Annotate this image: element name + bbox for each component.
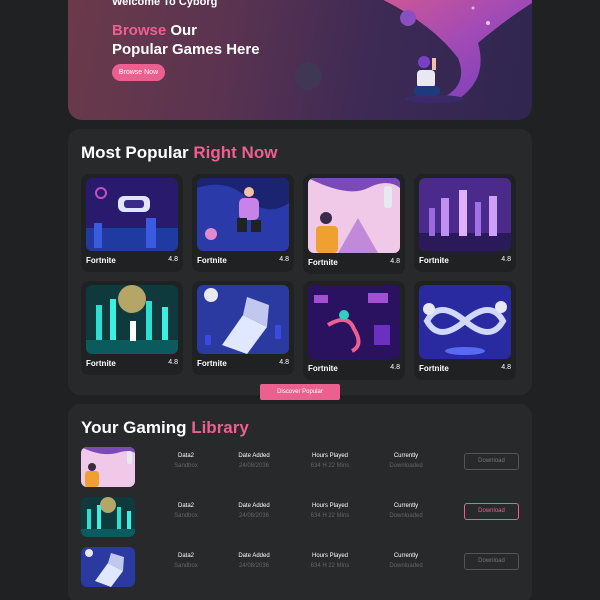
- library-date-value: 24/08/2036: [238, 563, 270, 569]
- library-game-sub: Sandbox: [174, 563, 198, 569]
- game-name: Fortnite: [308, 258, 338, 267]
- gaming-library-section: Your Gaming Library Data2 Sandbox Date A…: [68, 404, 532, 600]
- game-rating: 4.8: [501, 364, 511, 371]
- library-hours-col: Hours Played 634 H 22 Mins: [295, 503, 365, 519]
- library-row: Data2 Sandbox Date Added 24/08/2036 Hour…: [81, 547, 519, 589]
- game-thumbnail: [197, 285, 289, 354]
- library-hours-header: Hours Played: [311, 553, 349, 559]
- game-card[interactable]: Fortnite 4.8: [192, 281, 294, 375]
- download-button[interactable]: Download: [464, 503, 519, 520]
- game-thumbnail: [308, 178, 400, 253]
- most-popular-title: Most Popular Right Now: [81, 143, 277, 163]
- library-status-value: Downloaded: [389, 463, 423, 469]
- library-thumbnail: [81, 447, 135, 487]
- library-game-col: Data2 Sandbox: [151, 503, 221, 519]
- library-date-header: Date Added: [238, 503, 270, 509]
- most-popular-section: Most Popular Right Now Fortnite 4.8 Fort…: [68, 129, 532, 400]
- library-hours-value: 634 H 22 Mins: [310, 463, 350, 469]
- game-name: Fortnite: [419, 364, 449, 373]
- game-name: Fortnite: [197, 359, 227, 368]
- game-rating: 4.8: [168, 359, 178, 366]
- hero-title-rest: Our: [166, 22, 198, 39]
- game-rating: 4.8: [279, 359, 289, 366]
- library-hours-header: Hours Played: [311, 503, 349, 509]
- game-card[interactable]: Fortnite 4.8: [303, 174, 405, 274]
- library-status-header: Currently: [393, 453, 419, 459]
- discover-popular-button[interactable]: Discover Popular: [260, 384, 340, 400]
- game-name: Fortnite: [86, 256, 116, 265]
- game-rating: 4.8: [168, 256, 178, 263]
- library-hours-col: Hours Played 634 H 22 Mins: [295, 553, 365, 569]
- game-card[interactable]: Fortnite 4.8: [414, 174, 516, 272]
- library-game-sub: Sandbox: [174, 463, 198, 469]
- hero-welcome-text: Welcome To Cyborg: [112, 0, 218, 8]
- library-status-col: Currently Downloaded: [371, 553, 441, 569]
- library-hours-value: 634 H 22 Mins: [310, 563, 350, 569]
- download-button[interactable]: Download: [464, 453, 519, 470]
- game-rating: 4.8: [390, 364, 400, 371]
- game-thumbnail: [419, 178, 511, 251]
- gaming-library-title-main: Your Gaming: [81, 418, 192, 437]
- game-name: Fortnite: [197, 256, 227, 265]
- gaming-library-title: Your Gaming Library: [81, 418, 249, 438]
- library-date-col: Date Added 24/08/2036: [219, 503, 289, 519]
- library-date-header: Date Added: [238, 553, 270, 559]
- library-status-col: Currently Downloaded: [371, 453, 441, 469]
- library-hours-value: 634 H 22 Mins: [310, 513, 350, 519]
- game-rating: 4.8: [501, 256, 511, 263]
- game-name: Fortnite: [86, 359, 116, 368]
- library-hours-col: Hours Played 634 H 22 Mins: [295, 453, 365, 469]
- library-row: Data2 Sandbox Date Added 24/08/2036 Hour…: [81, 497, 519, 539]
- hero-title: Browse Our Popular Games Here: [112, 21, 260, 59]
- library-status-col: Currently Downloaded: [371, 503, 441, 519]
- library-row: Data2 Sandbox Date Added 24/08/2036 Hour…: [81, 447, 519, 489]
- download-button[interactable]: Download: [464, 553, 519, 570]
- game-rating: 4.8: [390, 258, 400, 265]
- game-thumbnail: [86, 285, 178, 354]
- game-name: Fortnite: [419, 256, 449, 265]
- most-popular-title-accent: Right Now: [193, 143, 278, 162]
- game-name: Fortnite: [308, 364, 338, 373]
- hero-title-line2: Popular Games Here: [112, 41, 260, 58]
- game-card[interactable]: Fortnite 4.8: [303, 281, 405, 380]
- game-card[interactable]: Fortnite 4.8: [81, 174, 183, 272]
- game-card[interactable]: Fortnite 4.8: [414, 281, 516, 380]
- library-game-name: Data2: [177, 503, 194, 509]
- most-popular-title-main: Most Popular: [81, 143, 194, 162]
- game-rating: 4.8: [279, 256, 289, 263]
- game-card[interactable]: Fortnite 4.8: [192, 174, 294, 272]
- library-game-name: Data2: [177, 553, 194, 559]
- library-game-name: Data2: [177, 453, 194, 459]
- library-status-value: Downloaded: [389, 513, 423, 519]
- library-game-sub: Sandbox: [174, 513, 198, 519]
- hero-illustration: [294, 0, 532, 103]
- game-thumbnail: [419, 285, 511, 359]
- library-date-value: 24/08/2036: [238, 513, 270, 519]
- library-status-value: Downloaded: [389, 563, 423, 569]
- game-thumbnail: [197, 178, 289, 251]
- library-game-col: Data2 Sandbox: [151, 453, 221, 469]
- hero-banner: Welcome To Cyborg Browse Our Popular Gam…: [68, 0, 532, 120]
- library-thumbnail: [81, 547, 135, 587]
- browse-now-button[interactable]: Browse Now: [112, 64, 165, 81]
- gaming-library-title-accent: Library: [191, 418, 249, 437]
- game-card[interactable]: Fortnite 4.8: [81, 281, 183, 375]
- library-status-header: Currently: [393, 503, 419, 509]
- library-date-header: Date Added: [238, 453, 270, 459]
- library-hours-header: Hours Played: [311, 453, 349, 459]
- library-status-header: Currently: [393, 553, 419, 559]
- library-thumbnail: [81, 497, 135, 537]
- library-date-value: 24/08/2036: [238, 463, 270, 469]
- library-date-col: Date Added 24/08/2036: [219, 553, 289, 569]
- game-thumbnail: [86, 178, 178, 251]
- hero-title-accent: Browse: [112, 22, 167, 39]
- library-date-col: Date Added 24/08/2036: [219, 453, 289, 469]
- library-game-col: Data2 Sandbox: [151, 553, 221, 569]
- game-thumbnail: [308, 285, 400, 359]
